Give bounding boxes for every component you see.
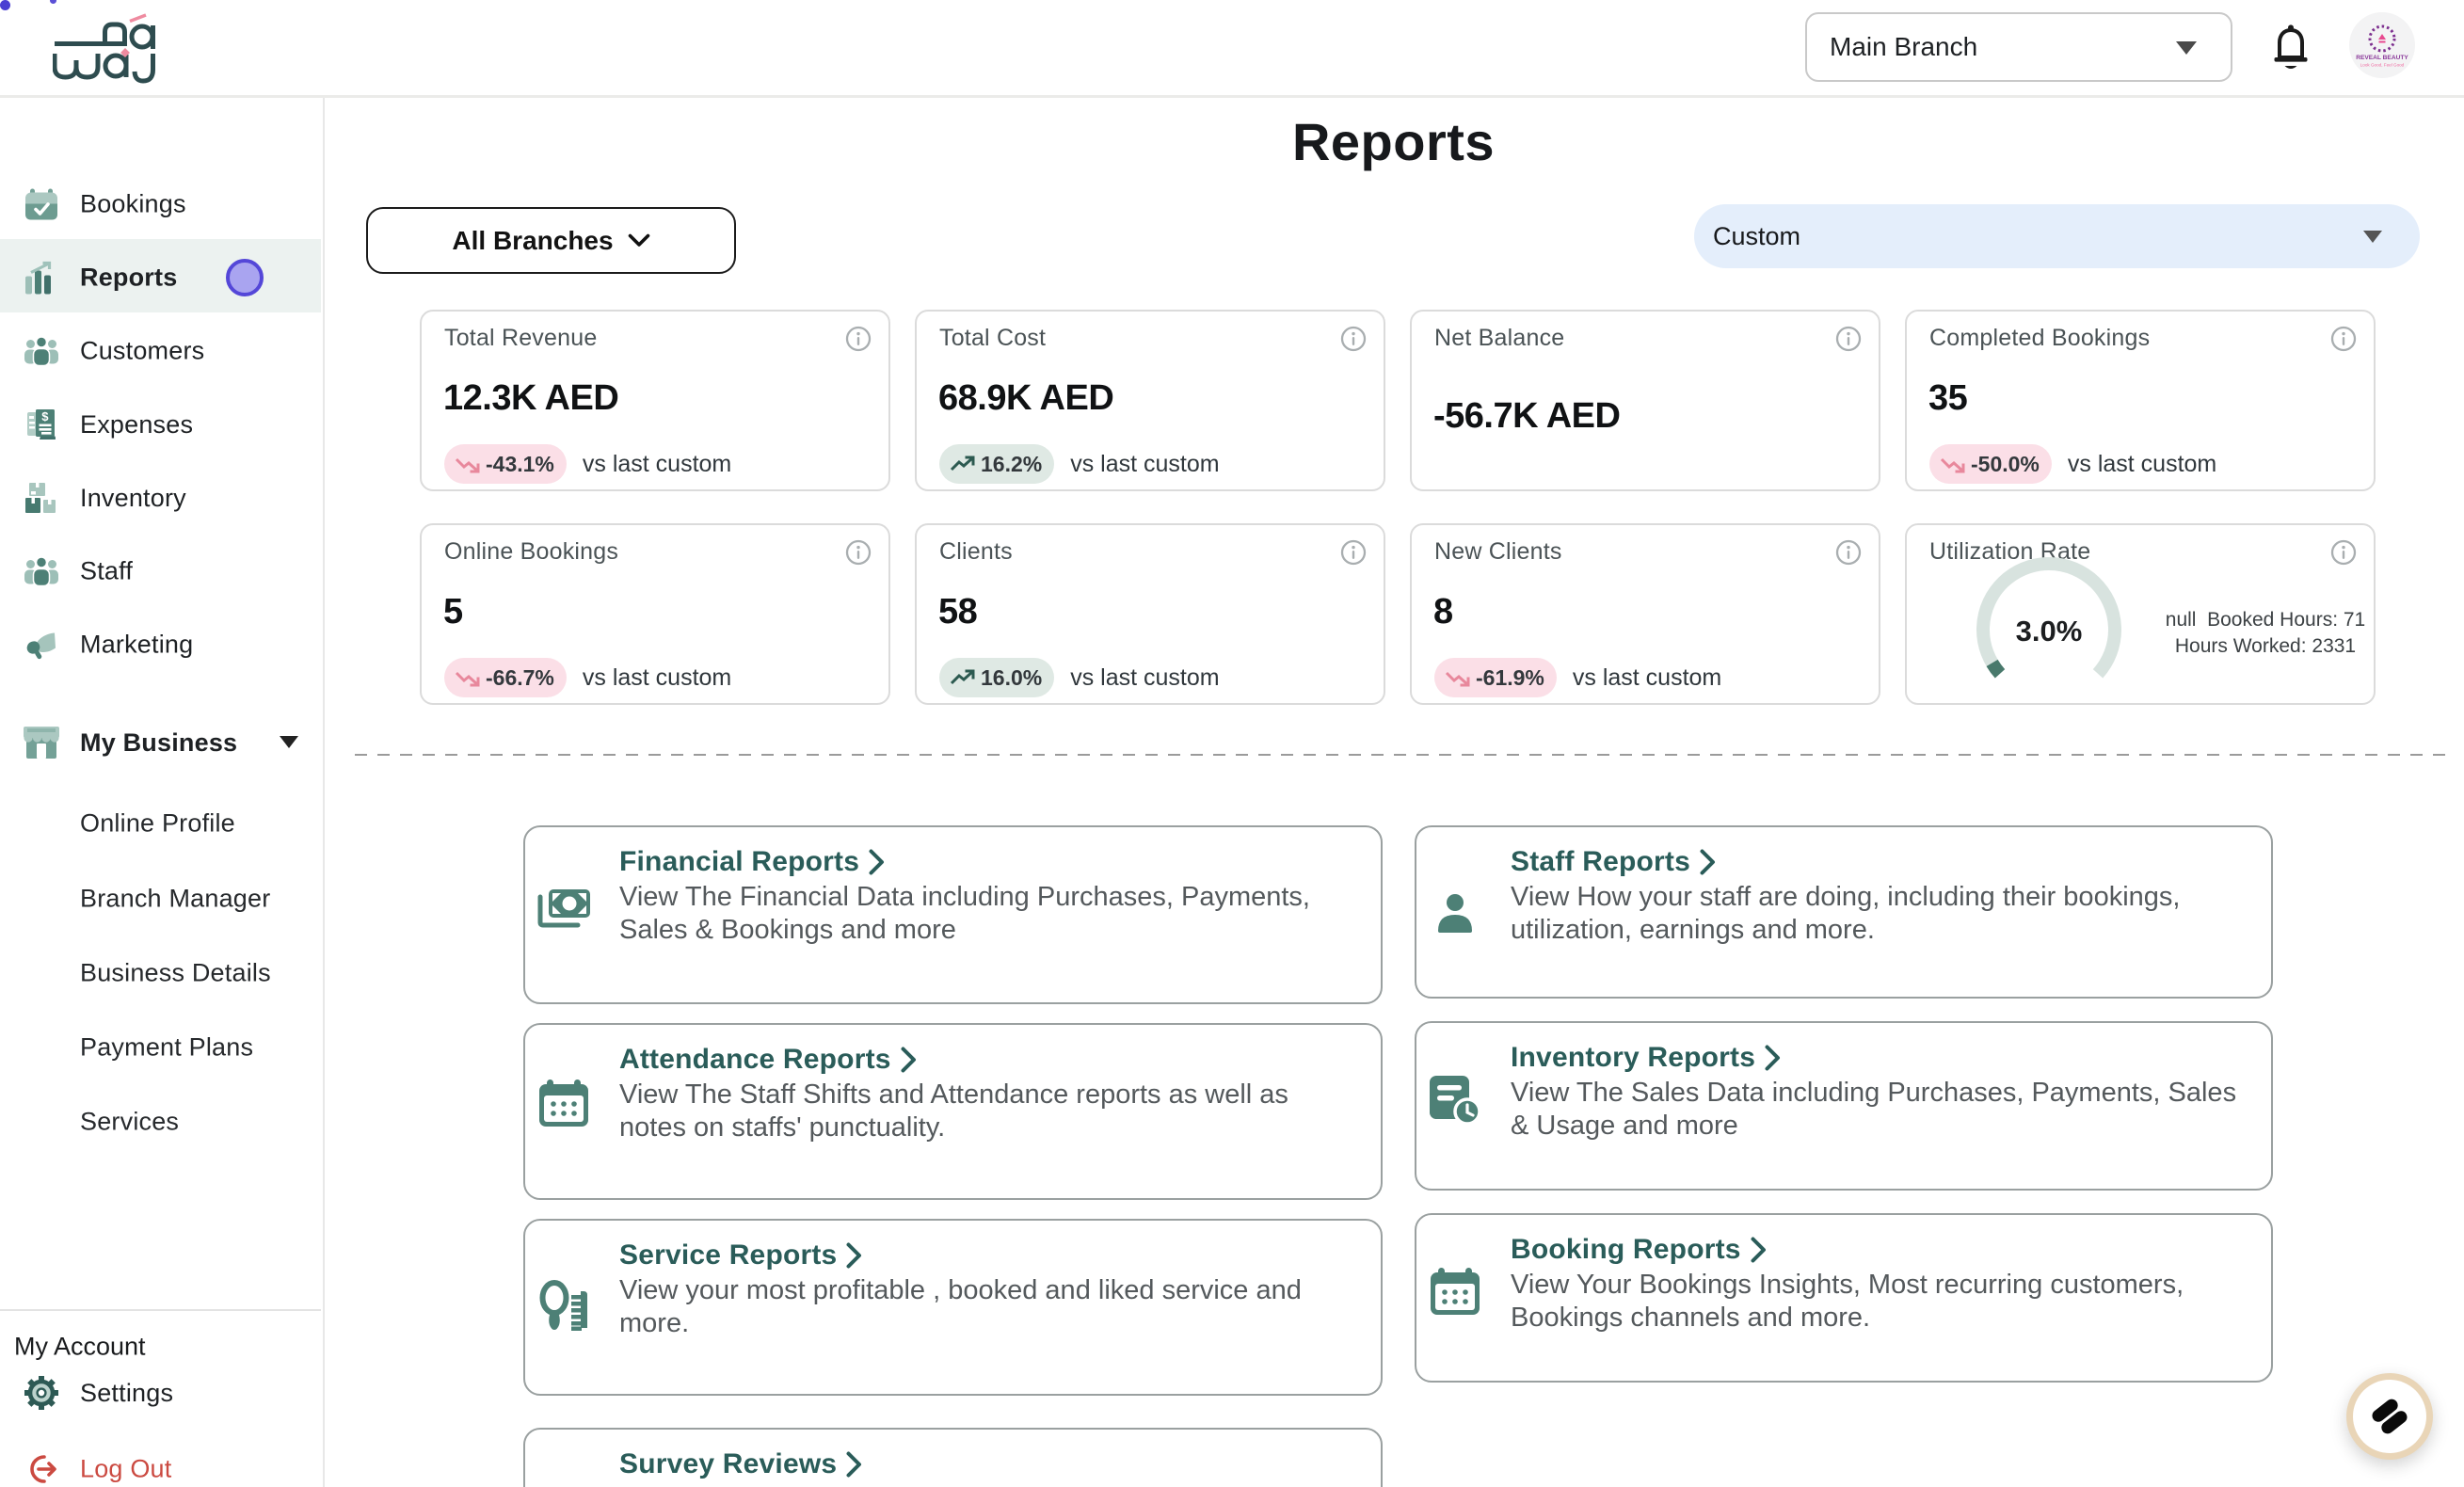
- svg-text:$: $: [41, 409, 49, 424]
- svg-text:Look Good, Feel Good: Look Good, Feel Good: [2360, 63, 2405, 68]
- svg-text:REVEAL BEAUTY: REVEAL BEAUTY: [2356, 55, 2408, 61]
